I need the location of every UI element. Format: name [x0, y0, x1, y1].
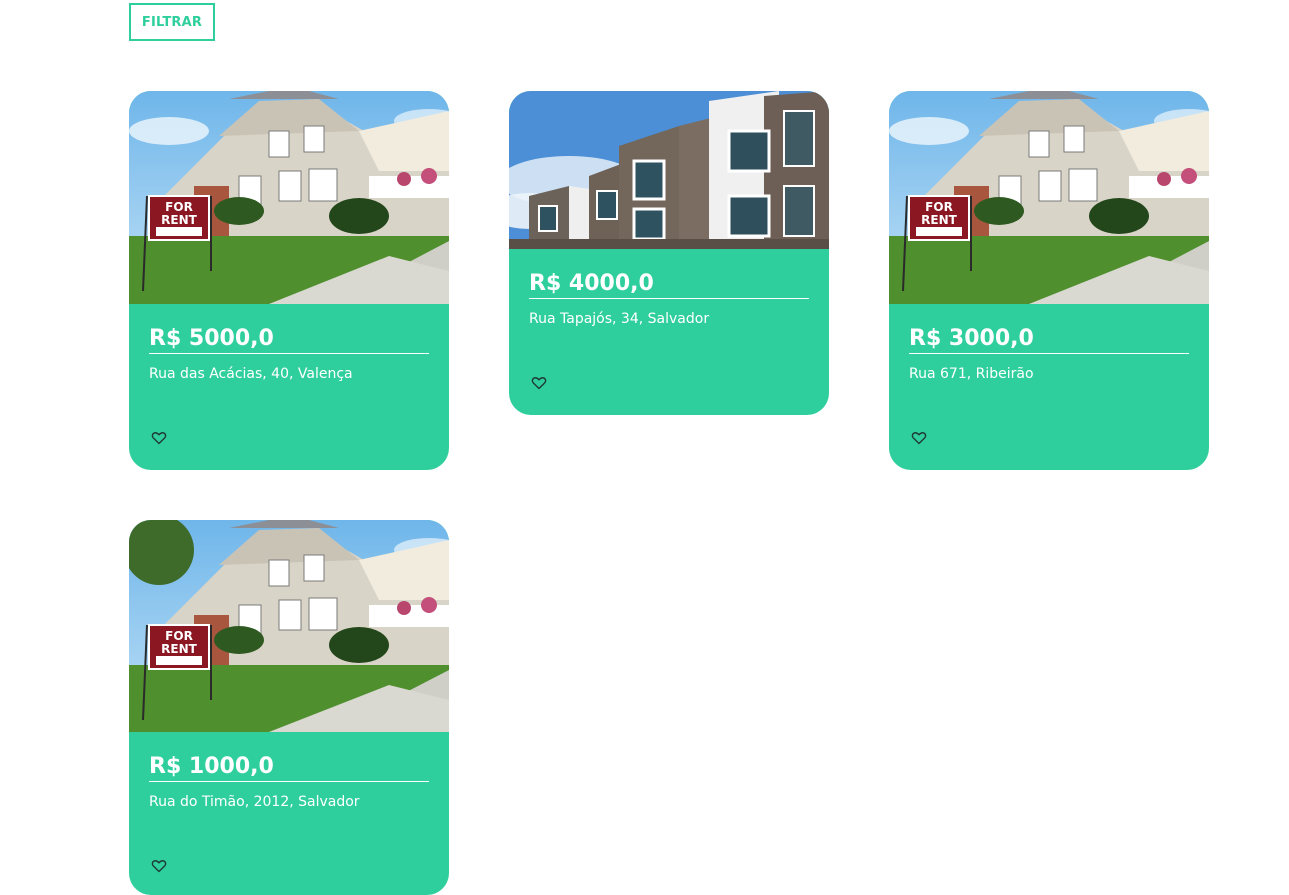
heart-outline-icon[interactable]	[151, 431, 167, 445]
listing-card[interactable]: FOR RENT R$ 1000,0 Rua do Timão, 2012, S…	[129, 520, 449, 895]
sign-for-text: FOR	[165, 200, 193, 214]
sign-for-text: FOR	[165, 629, 193, 643]
listing-price: R$ 1000,0	[149, 732, 429, 782]
sign-rent-text: RENT	[161, 642, 197, 656]
listing-details: R$ 5000,0 Rua das Acácias, 40, Valença	[129, 304, 449, 445]
heart-outline-icon[interactable]	[911, 431, 927, 445]
listing-card[interactable]: R$ 4000,0 Rua Tapajós, 34, Salvador	[509, 91, 829, 415]
listings-page: FILTRAR FOR RENT R$ 5000,0 Rua das Acáci…	[0, 0, 1289, 895]
listing-card[interactable]: FOR RENT R$ 5000,0 Rua das Acácias, 40, …	[129, 91, 449, 470]
apartment-building-photo	[509, 91, 829, 249]
listing-address: Rua das Acácias, 40, Valença	[149, 366, 353, 382]
listing-address: Rua 671, Ribeirão	[909, 366, 1034, 382]
listing-price: R$ 4000,0	[529, 249, 809, 299]
listing-details: R$ 1000,0 Rua do Timão, 2012, Salvador	[129, 732, 449, 873]
listing-address: Rua do Timão, 2012, Salvador	[149, 794, 360, 810]
sign-rent-text: RENT	[161, 213, 197, 227]
listing-price: R$ 3000,0	[909, 304, 1189, 354]
house-for-rent-photo: FOR RENT	[889, 91, 1209, 304]
sign-for-text: FOR	[925, 200, 953, 214]
heart-outline-icon[interactable]	[151, 859, 167, 873]
filter-button[interactable]: FILTRAR	[129, 3, 215, 41]
listing-address: Rua Tapajós, 34, Salvador	[529, 311, 710, 327]
listing-price: R$ 5000,0	[149, 304, 429, 354]
sign-rent-text: RENT	[921, 213, 957, 227]
house-for-rent-photo: FOR RENT	[129, 91, 449, 304]
house-for-rent-photo: FOR RENT	[129, 520, 449, 732]
listing-card[interactable]: FOR RENT R$ 3000,0 Rua 671, Ribeirão	[889, 91, 1209, 470]
listing-details: R$ 4000,0 Rua Tapajós, 34, Salvador	[509, 249, 829, 390]
heart-outline-icon[interactable]	[531, 376, 547, 390]
listing-details: R$ 3000,0 Rua 671, Ribeirão	[889, 304, 1209, 445]
